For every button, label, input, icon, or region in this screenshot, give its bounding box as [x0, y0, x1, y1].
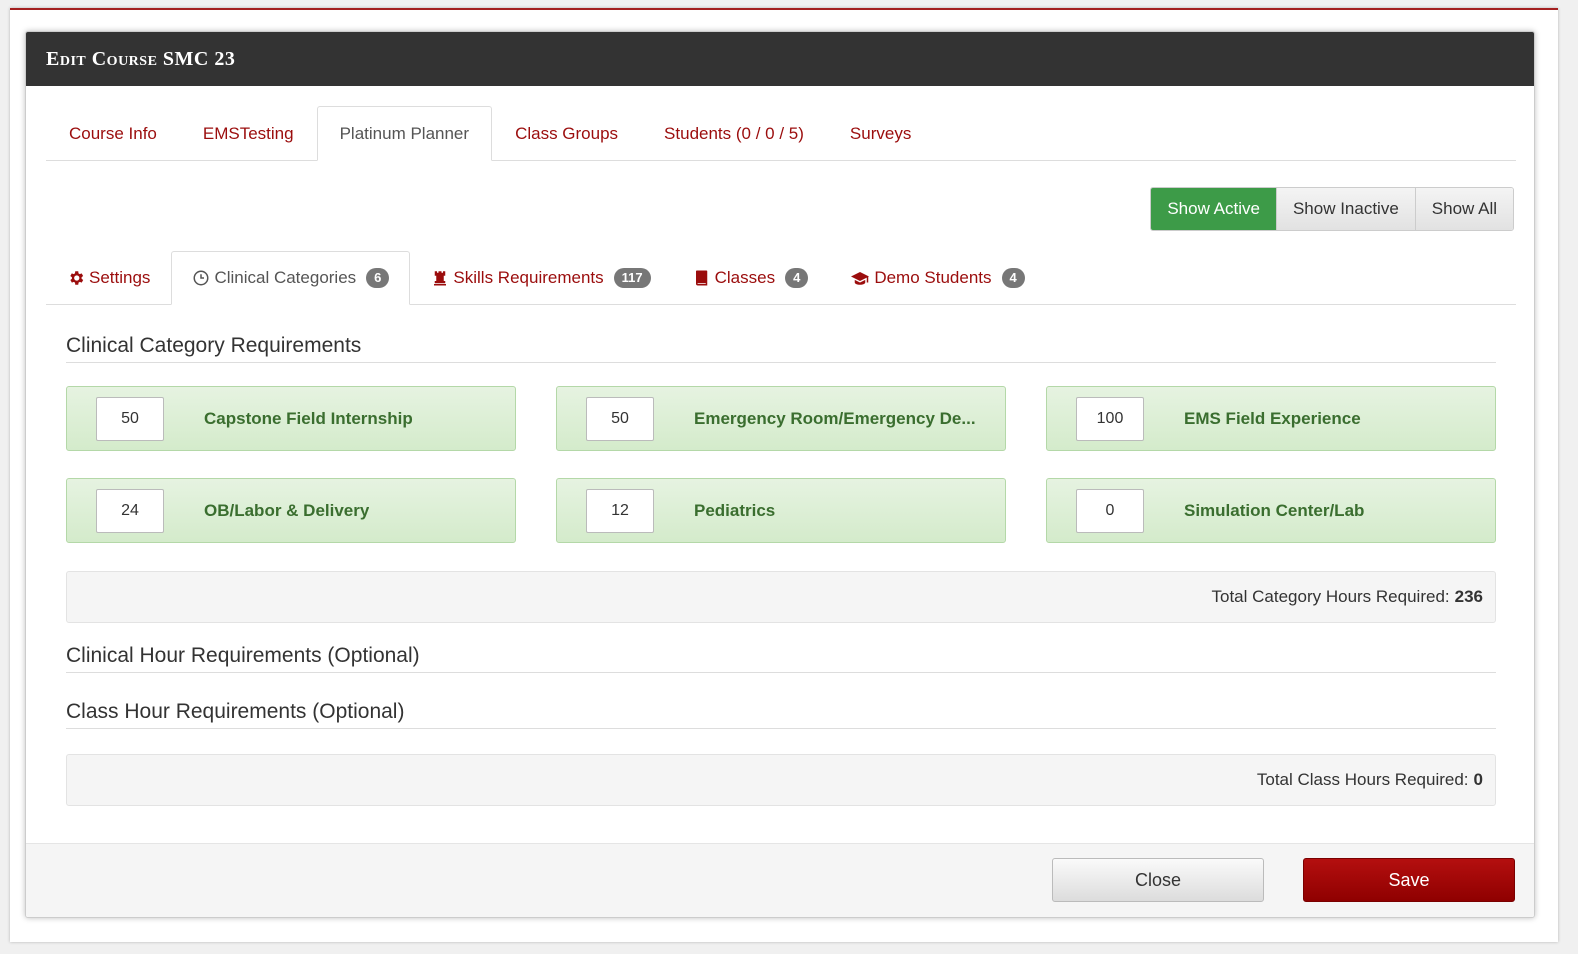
tab-surveys[interactable]: Surveys [827, 106, 934, 161]
class-hour-requirements-heading: Class Hour Requirements (Optional) [66, 700, 1496, 729]
book-icon [693, 269, 711, 287]
total-category-hours-box: Total Category Hours Required: 236 [66, 571, 1496, 623]
subtab-demo-students-label: Demo Students [874, 268, 992, 287]
chess-icon [431, 269, 449, 287]
clock-icon [192, 269, 210, 287]
main-tabs: Course Info EMSTesting Platinum Planner … [46, 106, 1516, 161]
total-category-hours-value: 236 [1454, 587, 1483, 606]
tab-class-groups[interactable]: Class Groups [492, 106, 641, 161]
tab-course-info[interactable]: Course Info [46, 106, 180, 161]
subtab-skills-requirements[interactable]: Skills Requirements 117 [410, 251, 671, 305]
clinical-categories-count-badge: 6 [366, 268, 390, 288]
clinical-hour-requirements-heading: Clinical Hour Requirements (Optional) [66, 644, 1496, 673]
category-hours-input[interactable]: 50 [586, 396, 654, 441]
show-active-button[interactable]: Show Active [1151, 188, 1276, 230]
category-card: 100 EMS Field Experience [1046, 386, 1496, 451]
category-name: Capstone Field Internship [204, 408, 413, 428]
total-class-hours-value: 0 [1473, 770, 1483, 789]
category-hours-input[interactable]: 50 [96, 396, 164, 441]
subtab-clinical-categories-label: Clinical Categories [214, 268, 357, 287]
modal-header: Edit Course SMC 23 [26, 32, 1534, 86]
tab-emstesting[interactable]: EMSTesting [180, 106, 317, 161]
category-name: Simulation Center/Lab [1184, 500, 1365, 520]
subtab-classes[interactable]: Classes 4 [672, 251, 830, 305]
category-card: 12 Pediatrics [556, 478, 1006, 543]
category-name: EMS Field Experience [1184, 408, 1361, 428]
clinical-category-requirements-heading: Clinical Category Requirements [66, 334, 1496, 363]
subtab-settings-label: Settings [89, 268, 151, 287]
total-class-hours-box: Total Class Hours Required: 0 [66, 754, 1496, 806]
planner-sub-tabs: Settings Clinical Categories 6 Skills Re… [46, 251, 1516, 305]
modal-title: Edit Course SMC 23 [46, 47, 236, 70]
total-category-hours-label: Total Category Hours Required: [1211, 587, 1450, 606]
save-button[interactable]: Save [1303, 858, 1515, 902]
graduation-cap-icon [850, 269, 870, 287]
gear-icon [67, 269, 85, 287]
category-hours-input[interactable]: 100 [1076, 396, 1144, 441]
modal-footer: Close Save [26, 843, 1534, 917]
category-card: 0 Simulation Center/Lab [1046, 478, 1496, 543]
edit-course-modal: Edit Course SMC 23 Course Info EMSTestin… [25, 31, 1535, 918]
category-card: 50 Emergency Room/Emergency De... [556, 386, 1006, 451]
category-hours-input[interactable]: 24 [96, 488, 164, 533]
tab-platinum-planner[interactable]: Platinum Planner [316, 106, 493, 161]
subtab-settings[interactable]: Settings [46, 251, 171, 305]
show-inactive-button[interactable]: Show Inactive [1275, 188, 1415, 230]
show-all-button[interactable]: Show All [1414, 188, 1513, 230]
total-class-hours-label: Total Class Hours Required: [1256, 770, 1469, 789]
skills-requirements-count-badge: 117 [613, 268, 651, 288]
category-name: Emergency Room/Emergency De... [694, 408, 976, 428]
category-card: 50 Capstone Field Internship [66, 386, 516, 451]
subtab-clinical-categories[interactable]: Clinical Categories 6 [171, 251, 411, 305]
category-card: 24 OB/Labor & Delivery [66, 478, 516, 543]
tab-students[interactable]: Students (0 / 0 / 5) [641, 106, 827, 161]
subtab-classes-label: Classes [714, 268, 776, 287]
category-hours-input[interactable]: 12 [586, 488, 654, 533]
category-name: Pediatrics [694, 500, 776, 520]
category-name: OB/Labor & Delivery [204, 500, 370, 520]
subtab-demo-students[interactable]: Demo Students 4 [829, 251, 1045, 305]
subtab-skills-requirements-label: Skills Requirements [453, 268, 604, 287]
classes-count-badge: 4 [785, 268, 809, 288]
category-hours-input[interactable]: 0 [1076, 488, 1144, 533]
close-button[interactable]: Close [1052, 858, 1264, 902]
demo-students-count-badge: 4 [1001, 268, 1025, 288]
active-filter-group: Show Active Show Inactive Show All [1150, 187, 1514, 231]
